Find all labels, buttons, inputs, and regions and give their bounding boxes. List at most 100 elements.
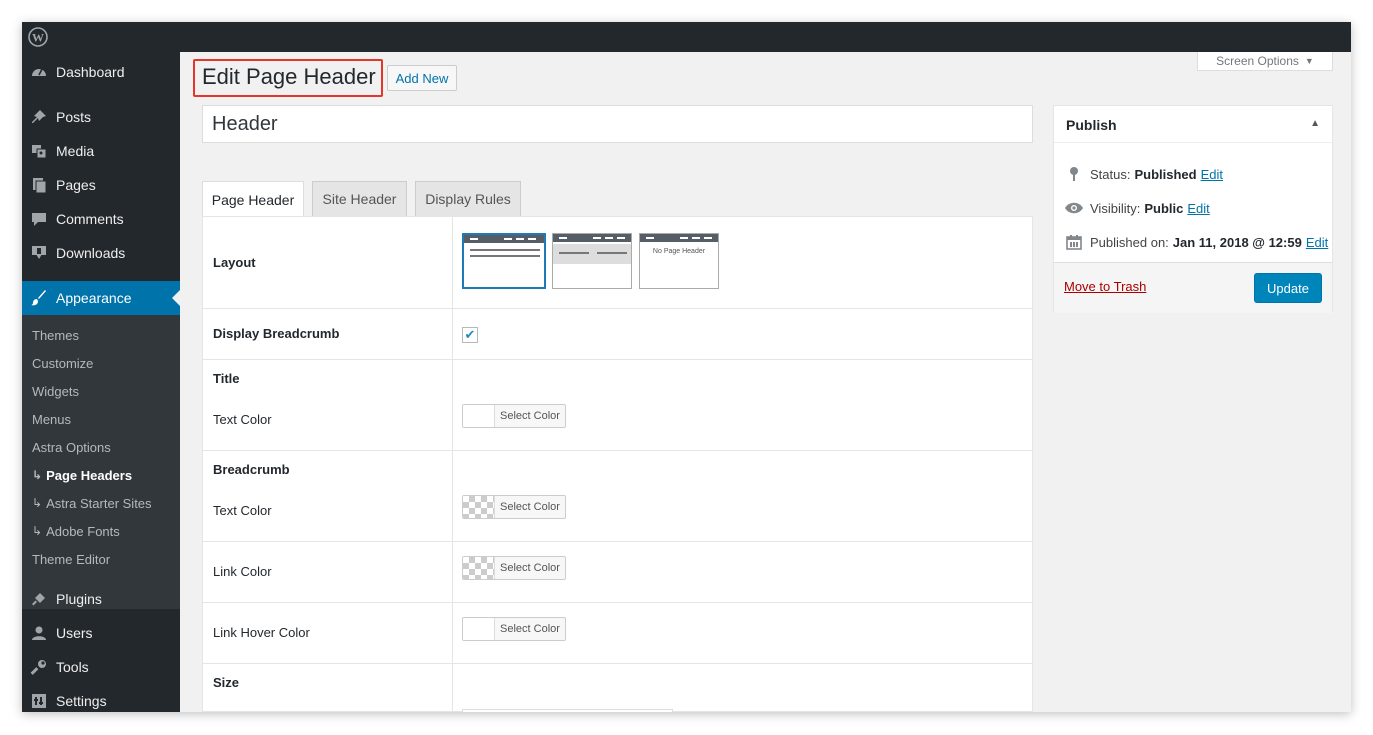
screen-options-label: Screen Options	[1216, 54, 1299, 68]
publish-title: Publish	[1066, 117, 1117, 133]
visibility-value: Public	[1144, 200, 1184, 216]
comment-icon	[29, 209, 49, 229]
sidebar-item-settings[interactable]: Settings	[22, 684, 180, 712]
sidebar-item-downloads[interactable]: Downloads	[22, 236, 180, 270]
layout-option-no-header[interactable]: No Page Header	[639, 233, 719, 289]
page-title: Edit Page Header	[202, 64, 376, 89]
sidebar-item-media[interactable]: Media	[22, 134, 180, 168]
tab-page-header[interactable]: Page Header	[202, 181, 304, 217]
screen-options-button[interactable]: Screen Options ▼	[1197, 52, 1333, 71]
update-button[interactable]: Update	[1254, 273, 1322, 303]
submenu-item-theme-editor[interactable]: Theme Editor	[32, 548, 110, 570]
sidebar-item-plugins[interactable]: Plugins	[22, 582, 180, 616]
pin-icon	[29, 107, 49, 127]
tab-site-header[interactable]: Site Header	[312, 181, 407, 216]
publish-visibility-row: Visibility: Public Edit	[1064, 198, 1210, 218]
sidebar-item-label: Pages	[56, 177, 96, 193]
breadcrumb-text-color-picker[interactable]: Select Color	[462, 495, 566, 519]
post-title-input[interactable]	[202, 105, 1033, 143]
submenu-item-astra-starter-sites[interactable]: ↳ Astra Starter Sites	[32, 492, 152, 514]
select-color-label: Select Color	[500, 410, 560, 422]
publish-actions: Move to Trash Update	[1054, 262, 1332, 313]
color-swatch	[463, 405, 495, 427]
breadcrumb-link-color-label: Link Color	[213, 564, 272, 579]
admin-sidebar: Dashboard Posts Media Pages Comments Dow…	[22, 52, 180, 712]
sidebar-item-label: Posts	[56, 109, 92, 125]
display-breadcrumb-checkbox[interactable]: ✔	[462, 327, 478, 343]
edit-visibility-link[interactable]: Edit	[1187, 201, 1209, 216]
display-breadcrumb-label: Display Breadcrumb	[213, 326, 340, 341]
status-label: Status:	[1090, 166, 1131, 182]
tab-display-rules[interactable]: Display Rules	[415, 181, 521, 216]
submenu-item-customize[interactable]: Customize	[32, 352, 93, 374]
collapse-arrow-icon[interactable]: ▲	[1310, 118, 1320, 129]
breadcrumb-link-hover-color-label: Link Hover Color	[213, 625, 310, 640]
page-header-settings-panel: Layout No Page Header Display Breadcrumb…	[202, 216, 1033, 712]
sidebar-item-tools[interactable]: Tools	[22, 650, 180, 684]
sidebar-item-posts[interactable]: Posts	[22, 100, 180, 134]
sidebar-item-pages[interactable]: Pages	[22, 168, 180, 202]
sidebar-item-users[interactable]: Users	[22, 616, 180, 650]
no-page-header-text: No Page Header	[652, 248, 706, 255]
column-divider	[452, 217, 453, 711]
wrench-icon	[29, 657, 49, 677]
checkmark-icon: ✔	[464, 327, 476, 342]
sub-arrow-icon: ↳	[32, 524, 43, 538]
select-color-label: Select Color	[500, 562, 560, 574]
breadcrumb-link-color-picker[interactable]: Select Color	[462, 556, 566, 580]
eye-icon	[1064, 198, 1084, 218]
breadcrumb-section-heading: Breadcrumb	[213, 462, 290, 477]
sidebar-item-label: Settings	[56, 693, 107, 709]
submenu-item-widgets[interactable]: Widgets	[32, 380, 79, 402]
published-on-label: Published on:	[1090, 234, 1169, 250]
color-swatch	[463, 618, 495, 640]
layout-option-2[interactable]	[552, 233, 632, 289]
breadcrumb-link-hover-color-picker[interactable]: Select Color	[462, 617, 566, 641]
submenu-item-adobe-fonts[interactable]: ↳ Adobe Fonts	[32, 520, 120, 542]
sidebar-item-label: Comments	[56, 211, 124, 227]
sub-arrow-icon: ↳	[32, 468, 43, 482]
size-section-heading: Size	[213, 675, 240, 690]
edit-status-link[interactable]: Edit	[1201, 167, 1223, 182]
publish-box-header: Publish ▲	[1054, 106, 1332, 143]
caret-down-icon: ▼	[1304, 56, 1314, 66]
submenu-item-label: Page Headers	[46, 467, 133, 483]
published-on-value: Jan 11, 2018 @ 12:59	[1172, 234, 1302, 250]
sidebar-item-label: Media	[56, 143, 95, 159]
submenu-item-label: Adobe Fonts	[46, 523, 120, 539]
sidebar-item-dashboard[interactable]: Dashboard	[22, 55, 180, 89]
appearance-submenu: Themes Customize Widgets Menus Astra Opt…	[22, 315, 180, 609]
submenu-item-label: Theme Editor	[32, 551, 111, 567]
select-color-label: Select Color	[500, 623, 560, 635]
layout-preview-bar	[553, 234, 631, 242]
brush-icon	[29, 288, 49, 308]
title-text-color-picker[interactable]: Select Color	[462, 404, 566, 428]
submenu-item-astra-options[interactable]: Astra Options	[32, 436, 111, 458]
submenu-item-label: Menus	[32, 411, 72, 427]
sidebar-item-appearance[interactable]: Appearance	[22, 281, 180, 315]
user-icon	[29, 623, 49, 643]
sidebar-item-comments[interactable]: Comments	[22, 202, 180, 236]
sidebar-item-label: Dashboard	[56, 64, 125, 80]
layout-preview-bar	[640, 234, 718, 242]
submenu-item-page-headers[interactable]: ↳ Page Headers	[32, 464, 132, 486]
wordpress-logo-icon[interactable]: W	[28, 27, 48, 47]
sidebar-item-label: Downloads	[56, 245, 126, 261]
dashboard-icon	[29, 62, 49, 82]
move-to-trash-link[interactable]: Move to Trash	[1064, 279, 1146, 294]
sidebar-item-label: Tools	[56, 659, 89, 675]
add-new-button[interactable]: Add New	[387, 65, 457, 91]
submenu-item-menus[interactable]: Menus	[32, 408, 71, 430]
submenu-item-label: Astra Options	[32, 439, 111, 455]
submenu-item-themes[interactable]: Themes	[32, 324, 79, 346]
publish-status-row: Status: Published Edit	[1064, 164, 1223, 184]
edit-date-link[interactable]: Edit	[1306, 235, 1328, 250]
layout-option-1[interactable]	[462, 233, 546, 289]
sidebar-item-label: Plugins	[56, 591, 102, 607]
submenu-item-label: Astra Starter Sites	[46, 495, 152, 511]
transparent-swatch	[463, 557, 495, 579]
size-input[interactable]	[462, 709, 673, 712]
submenu-item-label: Widgets	[32, 383, 79, 399]
layout-label: Layout	[213, 255, 256, 270]
svg-text:W: W	[32, 31, 44, 45]
